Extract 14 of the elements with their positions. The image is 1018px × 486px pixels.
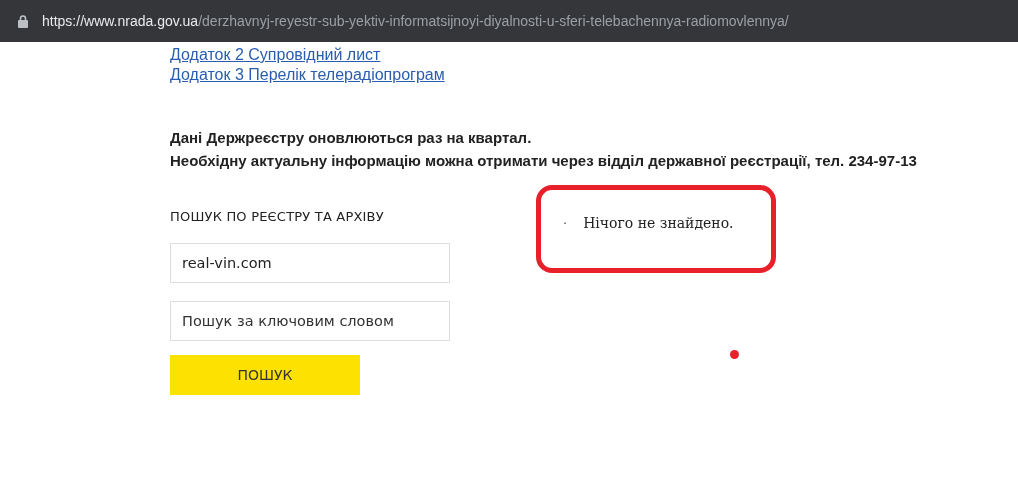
search-button[interactable]: ПОШУК <box>170 355 360 395</box>
url-text: https://www.nrada.gov.ua/derzhavnyj-reyestr-sub-yektiv-informatsijnoyi-diyalnosti-u-sferi-telebachennya-radiomovlennya/ <box>42 13 789 29</box>
search-heading: ПОШУК ПО РЕЄСТРУ ТА АРХІВУ <box>170 209 385 224</box>
notice-text: Необхідну актуальну інформацію можна отримати через відділ державної реєстрації, тел. 234-97-13 <box>170 152 918 169</box>
document-link[interactable]: Додаток 2 Супровідний лист <box>170 46 381 64</box>
annotation-dot <box>730 350 739 359</box>
document-link[interactable]: Додаток 3 Перелік телерадіопрограм <box>170 66 445 84</box>
notice-text: Дані Держреєстру оновлюються раз на квартал. <box>170 129 533 146</box>
search-field[interactable]: real-vin.com <box>170 243 450 283</box>
search-field[interactable]: Пошук за ключовим словом <box>170 301 450 341</box>
address-bar[interactable]: https://www.nrada.gov.ua/derzhavnyj-reyestr-sub-yektiv-informatsijnoyi-diyalnosti-u-sferi-telebachennya-radiomovlennya/ <box>0 0 1018 42</box>
bullet: · <box>563 215 568 231</box>
lock-icon <box>18 14 28 28</box>
result-message: Нічого не знайдено. <box>583 215 734 231</box>
